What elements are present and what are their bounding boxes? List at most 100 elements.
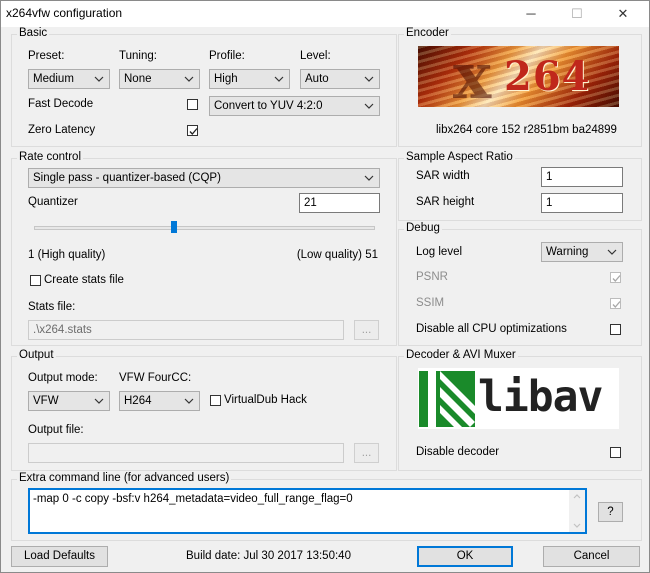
output-mode-value: VFW <box>33 395 59 407</box>
vdub-hack-label: VirtualDub Hack <box>224 394 307 406</box>
output-mode-select[interactable]: VFW <box>28 391 110 411</box>
ssim-checkbox[interactable] <box>610 298 621 309</box>
quantizer-label: Quantizer <box>28 196 78 208</box>
quantizer-slider-thumb[interactable] <box>170 221 177 233</box>
disable-decoder-label: Disable decoder <box>416 446 500 458</box>
disable-cpu-checkbox[interactable] <box>610 324 621 335</box>
load-defaults-button[interactable]: Load Defaults <box>11 546 108 567</box>
chevron-down-icon <box>94 398 104 404</box>
ssim-label: SSIM <box>416 297 445 309</box>
checkmark-icon <box>612 275 621 282</box>
decoder-group-label: Decoder & AVI Muxer <box>404 349 518 361</box>
window-title: x264vfw configuration <box>6 6 123 20</box>
disable-decoder-checkbox[interactable] <box>610 447 621 458</box>
basic-group-label: Basic <box>17 27 50 39</box>
fast-decode-checkbox[interactable] <box>187 99 198 110</box>
create-stats-checkbox[interactable] <box>30 275 41 286</box>
vdub-hack-checkbox[interactable] <box>210 395 221 406</box>
chevron-down-icon <box>184 76 194 82</box>
ok-button[interactable]: OK <box>417 546 513 567</box>
quantizer-slider-track[interactable] <box>34 226 375 230</box>
log-level-value: Warning <box>546 246 589 258</box>
help-button[interactable]: ? <box>598 502 623 522</box>
psnr-checkbox[interactable] <box>610 272 621 283</box>
chevron-down-icon <box>274 76 284 82</box>
profile-label: Profile: <box>209 50 245 62</box>
sar-width-value: 1 <box>546 171 553 183</box>
checkmark-icon <box>189 128 198 135</box>
level-select[interactable]: Auto <box>300 69 380 89</box>
log-level-select[interactable]: Warning <box>541 242 623 262</box>
quantizer-input[interactable]: 21 <box>299 193 380 213</box>
sar-width-input[interactable]: 1 <box>541 167 623 187</box>
maximize-button: ☐ <box>571 6 583 21</box>
fast-decode-label: Fast Decode <box>28 98 94 110</box>
quantizer-value: 21 <box>304 197 317 209</box>
chevron-down-icon <box>364 175 374 181</box>
log-level-label: Log level <box>416 246 463 258</box>
rate-control-mode-select[interactable]: Single pass - quantizer-based (CQP) <box>28 168 380 188</box>
preset-value: Medium <box>33 73 74 85</box>
fourcc-label: VFW FourCC: <box>119 372 192 384</box>
sar-width-label: SAR width <box>416 170 470 182</box>
sar-height-input[interactable]: 1 <box>541 193 623 213</box>
zero-latency-label: Zero Latency <box>28 124 96 136</box>
zero-latency-checkbox[interactable] <box>187 125 198 136</box>
minimize-button[interactable]: ─ <box>511 1 551 27</box>
output-mode-label: Output mode: <box>28 372 98 384</box>
profile-value: High <box>214 73 238 85</box>
quantizer-min-label: 1 (High quality) <box>28 249 106 261</box>
build-date: Build date: Jul 30 2017 13:50:40 <box>186 550 351 562</box>
encoder-group-label: Encoder <box>404 27 451 39</box>
scroll-arrows-icon <box>573 494 581 528</box>
fourcc-select[interactable]: H264 <box>119 391 200 411</box>
tuning-value: None <box>124 73 152 85</box>
encoder-version: libx264 core 152 r2851bm ba24899 <box>436 124 617 136</box>
chevron-down-icon <box>364 76 374 82</box>
stats-file-value: .\x264.stats <box>33 324 92 336</box>
close-button[interactable]: ✕ <box>603 1 643 27</box>
debug-group-label: Debug <box>404 222 442 234</box>
cancel-button[interactable]: Cancel <box>543 546 640 567</box>
rate-control-mode-value: Single pass - quantizer-based (CQP) <box>33 172 221 184</box>
chevron-down-icon <box>607 249 617 255</box>
sar-height-label: SAR height <box>416 196 475 208</box>
libav-logo-text: libav <box>478 372 603 422</box>
sar-height-value: 1 <box>546 197 553 209</box>
psnr-label: PSNR <box>416 271 448 283</box>
colorspace-value: Convert to YUV 4:2:0 <box>214 100 323 112</box>
sar-group-label: Sample Aspect Ratio <box>404 151 515 163</box>
preset-label: Preset: <box>28 50 65 62</box>
output-browse-button[interactable]: ... <box>354 443 379 463</box>
output-file-input[interactable] <box>28 443 344 463</box>
extra-command-value: -map 0 -c copy -bsf:v h264_metadata=vide… <box>33 493 353 505</box>
create-stats-label: Create stats file <box>44 274 124 286</box>
stats-browse-button[interactable]: ... <box>354 320 379 340</box>
level-label: Level: <box>300 50 331 62</box>
preset-select[interactable]: Medium <box>28 69 110 89</box>
chevron-down-icon <box>184 398 194 404</box>
tuning-select[interactable]: None <box>119 69 200 89</box>
colorspace-select[interactable]: Convert to YUV 4:2:0 <box>209 96 380 116</box>
profile-select[interactable]: High <box>209 69 290 89</box>
x264-logo-x: x <box>453 46 492 107</box>
tuning-label: Tuning: <box>119 50 157 62</box>
fourcc-value: H264 <box>124 395 152 407</box>
stats-file-input[interactable]: .\x264.stats <box>28 320 344 340</box>
output-group-label: Output <box>17 349 56 361</box>
level-value: Auto <box>305 73 329 85</box>
x264-logo-text: 264 <box>504 53 591 100</box>
extra-group-label: Extra command line (for advanced users) <box>17 472 232 484</box>
config-window: x264vfw configuration ─ ☐ ✕ Basic Preset… <box>0 0 650 573</box>
rate-control-group-label: Rate control <box>17 151 84 163</box>
textarea-scrollbar[interactable] <box>569 490 585 532</box>
output-file-label: Output file: <box>28 424 84 436</box>
libav-logo: libav <box>418 368 619 429</box>
extra-command-textarea[interactable]: -map 0 -c copy -bsf:v h264_metadata=vide… <box>28 488 587 534</box>
x264-logo: x 264 <box>418 46 619 107</box>
chevron-down-icon <box>364 103 374 109</box>
quantizer-max-label: (Low quality) 51 <box>296 249 378 261</box>
checkmark-icon <box>612 301 621 308</box>
title-bar: x264vfw configuration ─ ☐ ✕ <box>1 1 649 27</box>
chevron-down-icon <box>94 76 104 82</box>
